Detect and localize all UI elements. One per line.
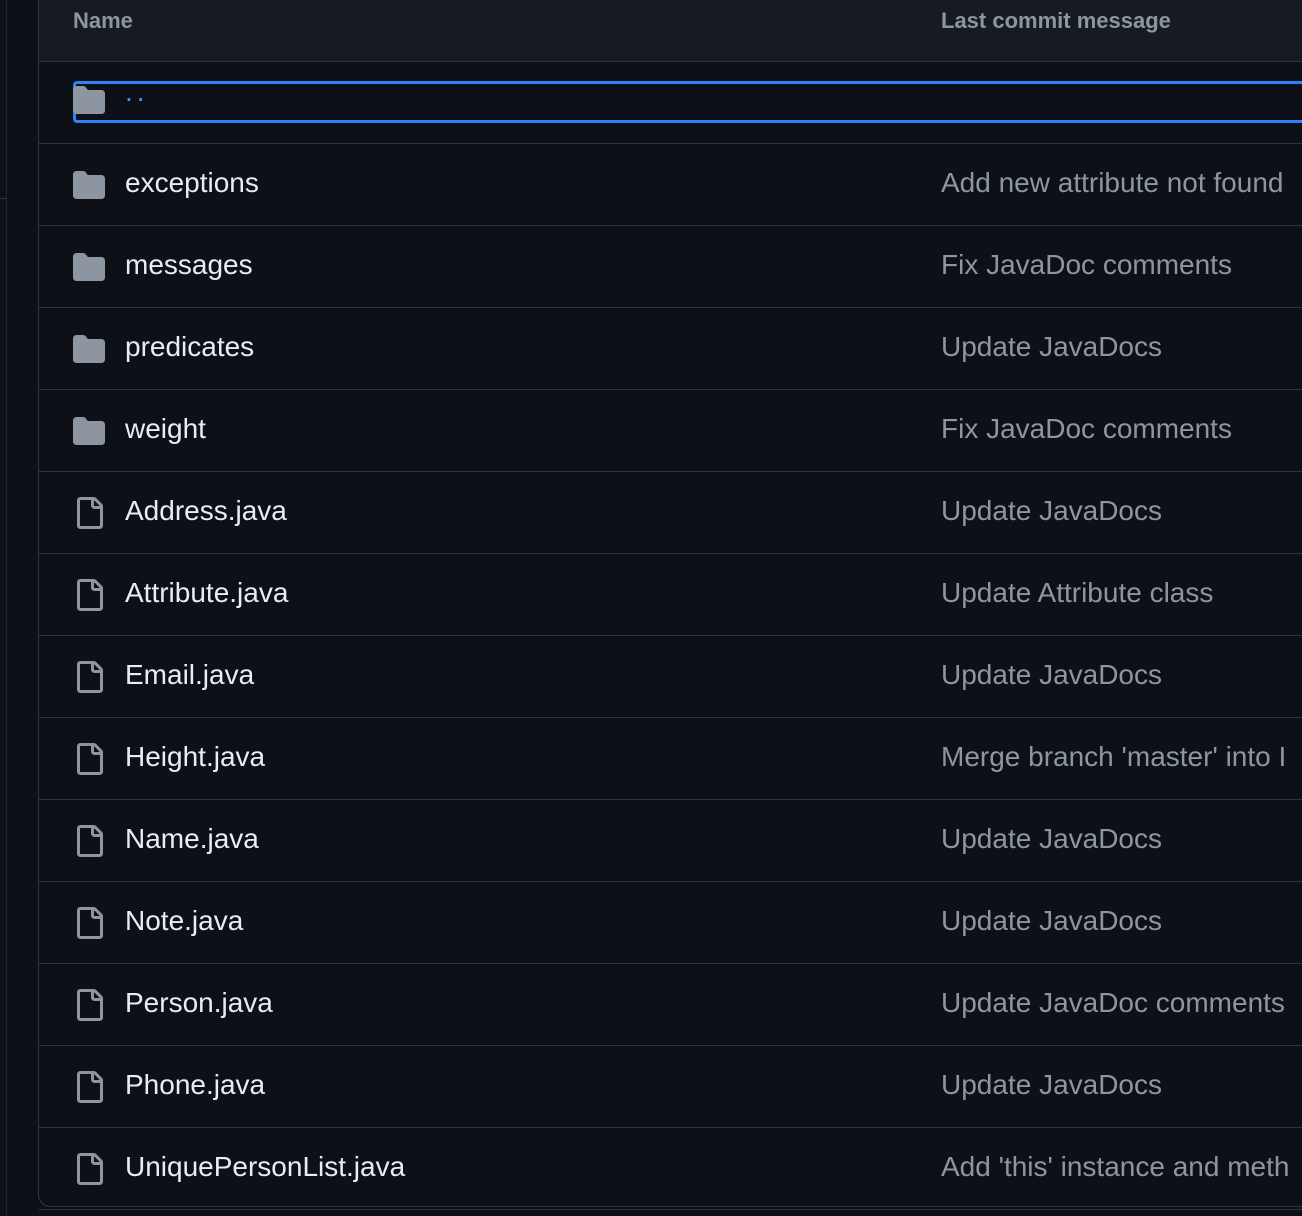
file-name-link[interactable]: Phone.java: [125, 1069, 265, 1101]
folder-icon: [73, 171, 105, 199]
commit-message-link[interactable]: Update JavaDoc comments: [941, 987, 1285, 1019]
folder-row[interactable]: exceptions Add new attribute not found: [39, 144, 1302, 226]
folder-icon: [73, 417, 105, 445]
parent-directory-link[interactable]: ..: [125, 76, 149, 108]
file-name-link[interactable]: Height.java: [125, 741, 265, 773]
folder-name-link[interactable]: weight: [125, 413, 206, 445]
column-header-name: Name: [73, 8, 133, 33]
file-icon: [77, 1071, 103, 1103]
column-header-last-commit-message: Last commit message: [941, 8, 1171, 33]
folder-name-link[interactable]: messages: [125, 249, 253, 281]
file-row[interactable]: Phone.java Update JavaDocs: [39, 1046, 1302, 1128]
file-row[interactable]: UniquePersonList.java Add 'this' instance…: [39, 1128, 1302, 1210]
commit-message-link[interactable]: Fix JavaDoc comments: [941, 249, 1232, 281]
focus-outline: [73, 81, 1302, 123]
folder-icon: [73, 335, 105, 363]
divider: [0, 198, 6, 199]
folder-icon: [73, 86, 105, 114]
file-name-link[interactable]: UniquePersonList.java: [125, 1151, 405, 1183]
file-row[interactable]: Attribute.java Update Attribute class: [39, 554, 1302, 636]
file-name-link[interactable]: Note.java: [125, 905, 243, 937]
file-row[interactable]: Note.java Update JavaDocs: [39, 882, 1302, 964]
file-icon: [77, 907, 103, 939]
commit-message-link[interactable]: Update JavaDocs: [941, 823, 1162, 855]
folder-row[interactable]: messages Fix JavaDoc comments: [39, 226, 1302, 308]
folder-row[interactable]: predicates Update JavaDocs: [39, 308, 1302, 390]
commit-message-link[interactable]: Add new attribute not found: [941, 167, 1283, 199]
file-table: Name Last commit message .. exceptions Ad…: [38, 0, 1302, 1210]
file-icon: [77, 989, 103, 1021]
file-row[interactable]: Name.java Update JavaDocs: [39, 800, 1302, 882]
parent-directory-row[interactable]: ..: [39, 62, 1302, 144]
commit-message-link[interactable]: Update JavaDocs: [941, 331, 1162, 363]
file-row[interactable]: Email.java Update JavaDocs: [39, 636, 1302, 718]
folder-icon: [73, 253, 105, 281]
file-icon: [77, 743, 103, 775]
folder-name-link[interactable]: predicates: [125, 331, 254, 363]
file-row[interactable]: Height.java Merge branch 'master' into I: [39, 718, 1302, 800]
commit-message-link[interactable]: Update JavaDocs: [941, 659, 1162, 691]
commit-message-link[interactable]: Fix JavaDoc comments: [941, 413, 1232, 445]
file-icon: [77, 661, 103, 693]
left-panel-edge: [0, 0, 7, 1216]
file-name-link[interactable]: Person.java: [125, 987, 273, 1019]
file-icon: [77, 497, 103, 529]
commit-message-link[interactable]: Add 'this' instance and meth: [941, 1151, 1289, 1183]
folder-row[interactable]: weight Fix JavaDoc comments: [39, 390, 1302, 472]
file-row[interactable]: Person.java Update JavaDoc comments: [39, 964, 1302, 1046]
file-name-link[interactable]: Attribute.java: [125, 577, 288, 609]
file-name-link[interactable]: Name.java: [125, 823, 259, 855]
commit-message-link[interactable]: Merge branch 'master' into I: [941, 741, 1286, 773]
commit-message-link[interactable]: Update JavaDocs: [941, 1069, 1162, 1101]
folder-name-link[interactable]: exceptions: [125, 167, 259, 199]
commit-message-link[interactable]: Update Attribute class: [941, 577, 1213, 609]
file-icon: [77, 825, 103, 857]
table-header: Name Last commit message: [39, 0, 1302, 62]
file-icon: [77, 579, 103, 611]
commit-message-link[interactable]: Update JavaDocs: [941, 905, 1162, 937]
file-icon: [77, 1153, 103, 1185]
commit-message-link[interactable]: Update JavaDocs: [941, 495, 1162, 527]
file-name-link[interactable]: Email.java: [125, 659, 254, 691]
file-name-link[interactable]: Address.java: [125, 495, 287, 527]
file-row[interactable]: Address.java Update JavaDocs: [39, 472, 1302, 554]
